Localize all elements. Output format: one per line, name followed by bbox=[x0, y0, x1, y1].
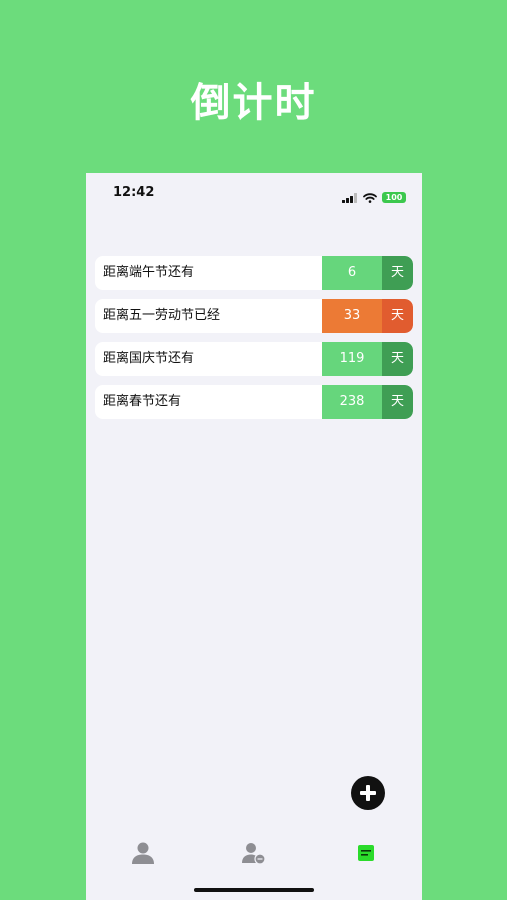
countdown-label: 距离春节还有 bbox=[103, 394, 182, 409]
countdown-days: 33 bbox=[322, 299, 382, 333]
person-icon bbox=[132, 842, 154, 864]
countdown-row[interactable]: 距离端午节还有 6 天 bbox=[95, 256, 413, 290]
person-clock-icon bbox=[242, 843, 266, 865]
countdown-days: 119 bbox=[322, 342, 382, 376]
countdown-row[interactable]: 距离五一劳动节已经 33 天 bbox=[95, 299, 413, 333]
tab-countdown[interactable] bbox=[351, 838, 381, 868]
tab-profile[interactable] bbox=[128, 838, 158, 868]
countdown-row[interactable]: 距离国庆节还有 119 天 bbox=[95, 342, 413, 376]
countdown-list: 距离端午节还有 6 天距离五一劳动节已经 33 天距离国庆节还有 119 天距离春节还有 23… bbox=[95, 256, 413, 428]
countdown-unit: 天 bbox=[382, 342, 413, 376]
plus-icon bbox=[360, 785, 376, 801]
countdown-unit: 天 bbox=[382, 299, 413, 333]
countdown-label: 距离国庆节还有 bbox=[103, 351, 195, 366]
countdown-label: 距离端午节还有 bbox=[103, 265, 195, 280]
countdown-days: 6 bbox=[322, 256, 382, 290]
countdown-label: 距离五一劳动节已经 bbox=[103, 308, 221, 323]
tab-schedule[interactable] bbox=[239, 838, 269, 868]
countdown-unit: 天 bbox=[382, 256, 413, 290]
signal-icon bbox=[342, 188, 358, 207]
tab-bar bbox=[86, 838, 422, 868]
status-icons: 100 bbox=[342, 188, 406, 207]
calendar-icon bbox=[358, 845, 374, 861]
wifi-icon bbox=[363, 188, 377, 207]
status-time: 12:42 bbox=[113, 185, 155, 200]
countdown-row[interactable]: 距离春节还有 238 天 bbox=[95, 385, 413, 419]
battery-icon: 100 bbox=[382, 192, 406, 203]
page-headline: 倒计时 bbox=[190, 80, 317, 126]
countdown-unit: 天 bbox=[382, 385, 413, 419]
page: 倒计时 12:42 100 距离端午节还有 6 天 距离五一劳动节已经 33 天… bbox=[0, 0, 507, 900]
phone-screen: 12:42 100 距离端午节还有 6 天 距离五一劳动节已经 33 天 距离国… bbox=[86, 173, 422, 900]
status-bar: 12:42 100 bbox=[86, 185, 422, 205]
home-indicator bbox=[194, 888, 314, 892]
add-countdown-button[interactable] bbox=[351, 776, 385, 810]
countdown-days: 238 bbox=[322, 385, 382, 419]
